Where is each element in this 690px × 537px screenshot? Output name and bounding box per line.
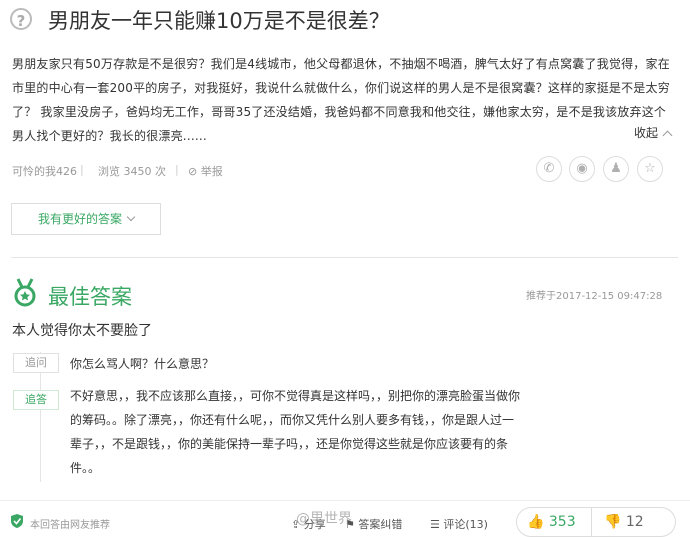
- followup-ask-tag: 追问: [13, 353, 59, 373]
- comment-button[interactable]: ☰ 评论(13): [430, 516, 488, 532]
- report-icon: ⊘: [188, 165, 201, 178]
- wechat-icon[interactable]: ✆: [536, 156, 562, 182]
- chevron-up-icon: [662, 130, 673, 141]
- footer-divider: [0, 500, 690, 501]
- best-answer-time: 推荐于2017-12-15 09:47:28: [526, 291, 663, 302]
- star-icon[interactable]: ☆: [637, 156, 663, 182]
- collect-button[interactable]: ⚑ 答案纠错: [345, 516, 402, 532]
- best-answer-title: 最佳答案: [48, 285, 132, 309]
- comment-icon: ☰: [430, 518, 444, 531]
- downvote-button[interactable]: 👎 12: [592, 507, 676, 537]
- divider: [11, 257, 678, 258]
- question-title: 男朋友一年只能赚10万是不是很差？: [48, 9, 390, 33]
- followup-ask-text: 你怎么骂人啊？什么意思？: [70, 357, 215, 371]
- report-link[interactable]: ⊘ 举报: [188, 163, 223, 179]
- thumbs-down-icon: 👎: [604, 514, 626, 530]
- better-answer-button[interactable]: 我有更好的答案: [11, 203, 161, 235]
- collapse-link[interactable]: 收起: [634, 124, 673, 141]
- meta-separator: |: [80, 163, 84, 176]
- thumbs-up-icon: 👍: [527, 514, 549, 530]
- recommend-note: 本回答由网友推荐: [30, 520, 110, 531]
- question-icon: ?: [10, 8, 32, 30]
- meta-separator: |: [175, 163, 179, 176]
- followup-reply-tag: 追答: [13, 390, 59, 410]
- watermark: @里世界: [296, 511, 352, 527]
- followup-reply-text: 不好意思，，我不应该那么直接，，可你不觉得真是这样吗，，别把你的漂亮脸蛋当做你的…: [70, 389, 521, 475]
- qq-icon[interactable]: ♟: [603, 156, 629, 182]
- collapse-label: 收起: [634, 126, 659, 140]
- question-author[interactable]: 可怜的我426: [12, 163, 77, 179]
- question-body: 男朋友家只有50万存款是不是很穷？我们是4线城市，他父母都退休，不抽烟不喝酒，脾…: [12, 57, 670, 143]
- chevron-down-icon: [126, 212, 136, 222]
- view-count: 浏览 3450 次: [98, 165, 166, 178]
- upvote-button[interactable]: 👍 353: [516, 507, 592, 537]
- medal-icon: [14, 278, 36, 307]
- shield-check-icon: [11, 514, 23, 528]
- best-answer-text: 本人觉得你太不要脸了: [12, 323, 152, 339]
- weibo-icon[interactable]: ◉: [569, 156, 595, 182]
